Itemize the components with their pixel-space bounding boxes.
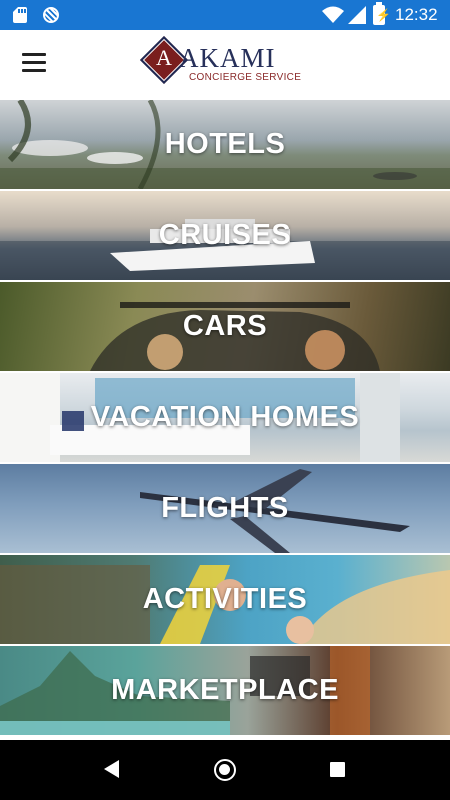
category-marketplace[interactable]: MARKETPLACE <box>0 646 450 735</box>
signal-icon <box>348 6 366 24</box>
status-bar: ⚡ 12:32 <box>0 0 450 30</box>
recent-apps-icon[interactable] <box>330 762 345 777</box>
category-label: VACATION HOMES <box>90 401 360 433</box>
category-activities[interactable]: ACTIVITIES <box>0 555 450 644</box>
category-hotels[interactable]: HOTELS <box>0 100 450 189</box>
system-nav-bar <box>0 740 450 800</box>
category-label: ACTIVITIES <box>142 583 308 615</box>
wifi-icon <box>322 6 344 23</box>
back-icon[interactable] <box>104 760 119 778</box>
category-cruises[interactable]: CRUISES <box>0 191 450 280</box>
category-label: MARKETPLACE <box>111 674 339 706</box>
category-label: CRUISES <box>158 219 292 251</box>
category-label: FLIGHTS <box>161 492 289 524</box>
sync-icon <box>43 7 59 23</box>
sd-card-icon <box>13 7 27 23</box>
category-vacation-homes[interactable]: VACATION HOMES <box>0 373 450 462</box>
akami-logo: A AKAMI CONCIERGE SERVICE <box>139 35 312 91</box>
hamburger-menu-icon[interactable] <box>22 53 46 75</box>
battery-charging-icon: ⚡ <box>373 2 391 25</box>
status-time: 12:32 <box>395 5 438 24</box>
logo-name: AKAMI <box>179 43 276 73</box>
logo-letter: A <box>156 45 172 70</box>
home-icon[interactable] <box>214 759 236 781</box>
logo-tagline: CONCIERGE SERVICE <box>189 72 302 83</box>
category-flights[interactable]: FLIGHTS <box>0 464 450 553</box>
category-label: HOTELS <box>164 128 286 160</box>
category-label: CARS <box>182 310 268 342</box>
app-header: A AKAMI CONCIERGE SERVICE <box>0 30 450 100</box>
category-list: HOTELS CRUISES CARS VACATION HOMES FLIGH… <box>0 100 450 740</box>
category-cars[interactable]: CARS <box>0 282 450 371</box>
